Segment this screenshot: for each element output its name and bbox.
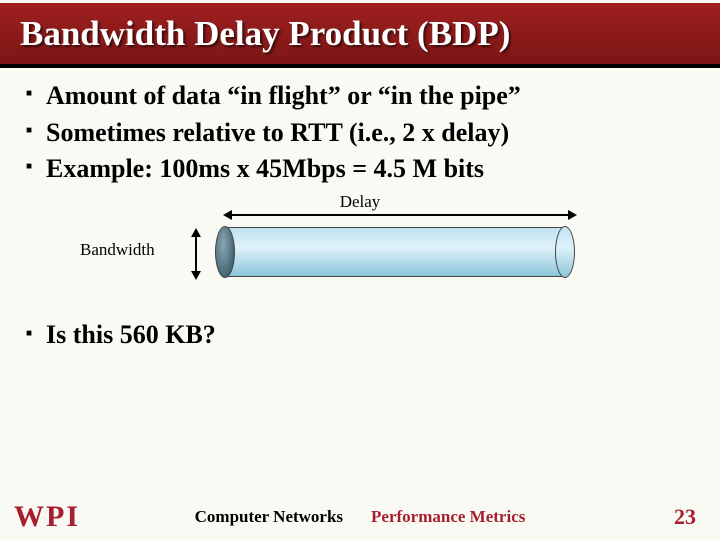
wpi-logo: W P I: [14, 502, 78, 532]
bullet-list: Amount of data “in flight” or “in the pi…: [26, 80, 700, 186]
delay-label: Delay: [340, 192, 381, 212]
title-band: Bandwidth Delay Product (BDP): [0, 0, 720, 68]
question-bullet: Is this 560 KB?: [20, 320, 700, 350]
slide-footer: W P I Computer Networks Performance Metr…: [0, 502, 720, 532]
pipe-illustration: [215, 227, 575, 277]
logo-letter: P: [46, 502, 64, 532]
bullet-item: Amount of data “in flight” or “in the pi…: [26, 80, 700, 113]
bandwidth-arrow-icon: [195, 230, 197, 278]
bandwidth-label: Bandwidth: [80, 240, 155, 260]
bdp-diagram: Delay Bandwidth: [20, 192, 700, 312]
slide-title: Bandwidth Delay Product (BDP): [20, 14, 510, 54]
bullet-item: Example: 100ms x 45Mbps = 4.5 M bits: [26, 153, 700, 186]
footer-course: Computer Networks: [195, 507, 343, 527]
footer-topic: Performance Metrics: [371, 507, 525, 527]
page-number: 23: [674, 504, 696, 530]
bullet-item: Sometimes relative to RTT (i.e., 2 x del…: [26, 117, 700, 150]
logo-letter: I: [66, 502, 78, 532]
delay-arrow-icon: [225, 214, 575, 216]
logo-letter: W: [14, 502, 44, 532]
slide-body: Amount of data “in flight” or “in the pi…: [0, 68, 720, 350]
footer-center: Computer Networks Performance Metrics: [195, 507, 526, 527]
